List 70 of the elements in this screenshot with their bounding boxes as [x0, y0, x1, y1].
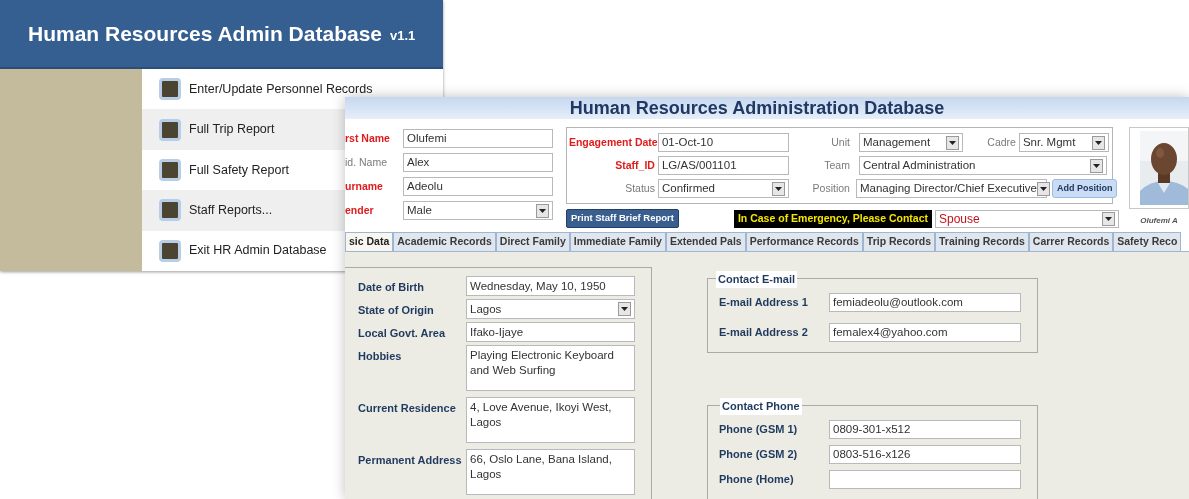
input-field[interactable]: Wednesday, May 10, 1950: [466, 276, 635, 296]
tab[interactable]: Extended Pals: [665, 232, 746, 251]
version-label: v1.1: [390, 26, 416, 45]
tab[interactable]: Trip Records: [862, 232, 935, 251]
input-field[interactable]: femalex4@yahoo.com: [829, 323, 1021, 342]
tab[interactable]: Training Records: [935, 232, 1029, 251]
input-field[interactable]: Alex: [403, 153, 553, 172]
input-field[interactable]: Olufemi: [403, 129, 553, 148]
dropdown-field[interactable]: Lagos: [466, 299, 635, 319]
field-label: E-mail Address 2: [719, 325, 809, 341]
field-label: Hobbies: [358, 349, 403, 364]
emergency-label: In Case of Emergency, Please Contact: [733, 209, 932, 228]
photo-caption: Olufemi A: [1140, 215, 1178, 227]
menu-button-icon: [159, 78, 181, 101]
menu-button-icon: [159, 118, 181, 141]
input-field[interactable]: Adeolu: [403, 177, 553, 196]
field-label: id. Name: [345, 154, 388, 170]
field-label: Phone (GSM 2): [719, 447, 799, 463]
add-position-button[interactable]: Add Position: [1051, 179, 1118, 198]
dropdown-field[interactable]: Snr. Mgmt: [1018, 133, 1109, 152]
input-field[interactable]: Playing Electronic Keyboard and Web Surfing: [466, 345, 635, 391]
tab[interactable]: Immediate Family: [569, 232, 666, 251]
form-title: Human Resources Administration Database: [569, 97, 945, 119]
field-label: Position: [811, 180, 850, 196]
input-field[interactable]: 66, Oslo Lane, Bana Island, Lagos: [466, 449, 635, 495]
field-label: Cadre: [986, 134, 1016, 150]
dropdown-field[interactable]: Managing Director/Chief Executive: [855, 179, 1047, 198]
field-label: Local Govt. Area: [358, 326, 447, 341]
group-title: Contact Phone: [720, 398, 802, 415]
field-label: Permanent Address: [358, 453, 463, 468]
input-field[interactable]: 0809-301-x512: [829, 420, 1021, 439]
field-label: Current Residence: [358, 401, 457, 416]
tab[interactable]: Carrer Records: [1028, 232, 1114, 251]
field-label: Unit: [830, 134, 850, 150]
input-field[interactable]: Ifako-Ijaye: [466, 322, 635, 342]
dropdown-field[interactable]: Spouse: [935, 209, 1119, 228]
input-field[interactable]: femiadeolu@outlook.com: [829, 293, 1021, 312]
menu-item[interactable]: Staff Reports...: [142, 190, 345, 231]
dropdown-field[interactable]: Central Administration: [858, 156, 1107, 175]
input-field[interactable]: 4, Love Avenue, Ikoyi West, Lagos: [466, 397, 635, 443]
field-label: Phone (Home): [719, 472, 795, 488]
tab[interactable]: Direct Family: [495, 232, 570, 251]
field-label: E-mail Address 1: [719, 295, 809, 311]
menu-button-icon: [159, 159, 181, 181]
menu-button-icon: [159, 199, 181, 222]
field-label: urname: [345, 178, 384, 194]
tab[interactable]: Performance Records: [745, 232, 863, 251]
field-label: Date of Birth: [358, 280, 425, 295]
field-label: State of Origin: [358, 303, 435, 318]
dropdown-field[interactable]: Management: [858, 133, 963, 152]
input-field[interactable]: [829, 470, 1021, 489]
menu-button-icon: [159, 239, 181, 262]
menu-item[interactable]: Full Trip Report: [142, 109, 345, 150]
dropdown-field[interactable]: Male: [403, 201, 553, 220]
field-label: rst Name: [345, 130, 391, 146]
field-label: Status: [624, 180, 655, 196]
field-label: Staff_ID: [614, 157, 655, 173]
field-label: Team: [823, 157, 850, 173]
tab[interactable]: sic Data: [345, 232, 394, 251]
input-field[interactable]: LG/AS/001101: [657, 156, 789, 175]
group-title: Contact E-mail: [716, 271, 797, 288]
tab[interactable]: Academic Records: [393, 232, 496, 251]
field-label: ender: [345, 202, 375, 218]
tab[interactable]: Safety Reco: [1113, 232, 1182, 251]
app-title: Human Resources Admin Database: [28, 20, 382, 47]
input-field[interactable]: 0803-516-x126: [829, 445, 1021, 464]
field-label: Phone (GSM 1): [719, 422, 799, 438]
dropdown-field[interactable]: Confirmed: [657, 179, 789, 198]
print-report-button[interactable]: Print Staff Brief Report: [565, 209, 679, 228]
input-field[interactable]: 01-Oct-10: [657, 133, 789, 152]
